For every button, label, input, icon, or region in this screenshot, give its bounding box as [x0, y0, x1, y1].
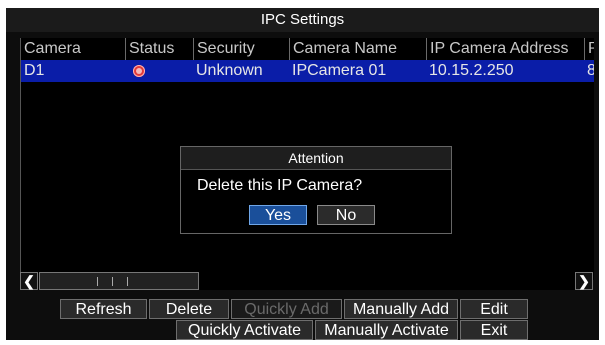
manually-add-button[interactable]: Manually Add — [344, 299, 458, 319]
dialog-message: Delete this IP Camera? — [197, 177, 363, 194]
grip-line — [97, 277, 98, 286]
column-header-port[interactable]: P — [584, 38, 594, 60]
edit-button[interactable]: Edit — [460, 299, 528, 319]
quickly-activate-button[interactable]: Quickly Activate — [176, 320, 313, 340]
manually-activate-button[interactable]: Manually Activate — [315, 320, 458, 340]
window-title: IPC Settings — [6, 8, 599, 32]
yes-button[interactable]: Yes — [249, 205, 307, 225]
delete-confirm-dialog: Attention Delete this IP Camera? Yes No — [180, 146, 452, 234]
delete-button[interactable]: Delete — [149, 299, 229, 319]
column-header-camera-name[interactable]: Camera Name — [289, 38, 426, 60]
cell-camera-name: IPCamera 01 — [292, 62, 387, 79]
table-row[interactable]: D1 Unknown IPCamera 01 10.15.2.250 8 — [21, 60, 594, 82]
cell-security: Unknown — [196, 62, 263, 79]
ipc-settings-window: IPC Settings Camera Status Security Came… — [6, 8, 599, 340]
table-header: Camera Status Security Camera Name IP Ca… — [21, 38, 594, 60]
cell-status — [125, 60, 193, 82]
horizontal-scrollbar[interactable]: ❮ ❯ — [20, 272, 593, 290]
scrollbar-thumb[interactable] — [39, 272, 199, 290]
dialog-title: Attention — [181, 147, 451, 170]
chevron-left-icon[interactable]: ❮ — [20, 272, 38, 290]
cell-port: 8 — [584, 60, 594, 82]
grip-line — [112, 277, 113, 286]
column-header-security[interactable]: Security — [193, 38, 289, 60]
column-header-ip-address[interactable]: IP Camera Address — [426, 38, 584, 60]
chevron-right-icon[interactable]: ❯ — [575, 272, 593, 290]
no-button[interactable]: No — [317, 205, 375, 225]
grip-line — [127, 277, 128, 286]
error-status-icon — [133, 65, 145, 77]
cell-camera: D1 — [24, 62, 45, 79]
refresh-button[interactable]: Refresh — [60, 299, 147, 319]
exit-button[interactable]: Exit — [460, 320, 528, 340]
quickly-add-button[interactable]: Quickly Add — [231, 299, 342, 319]
column-header-camera[interactable]: Camera — [21, 38, 125, 60]
column-header-status[interactable]: Status — [125, 38, 193, 60]
cell-ip-address: 10.15.2.250 — [429, 62, 514, 79]
